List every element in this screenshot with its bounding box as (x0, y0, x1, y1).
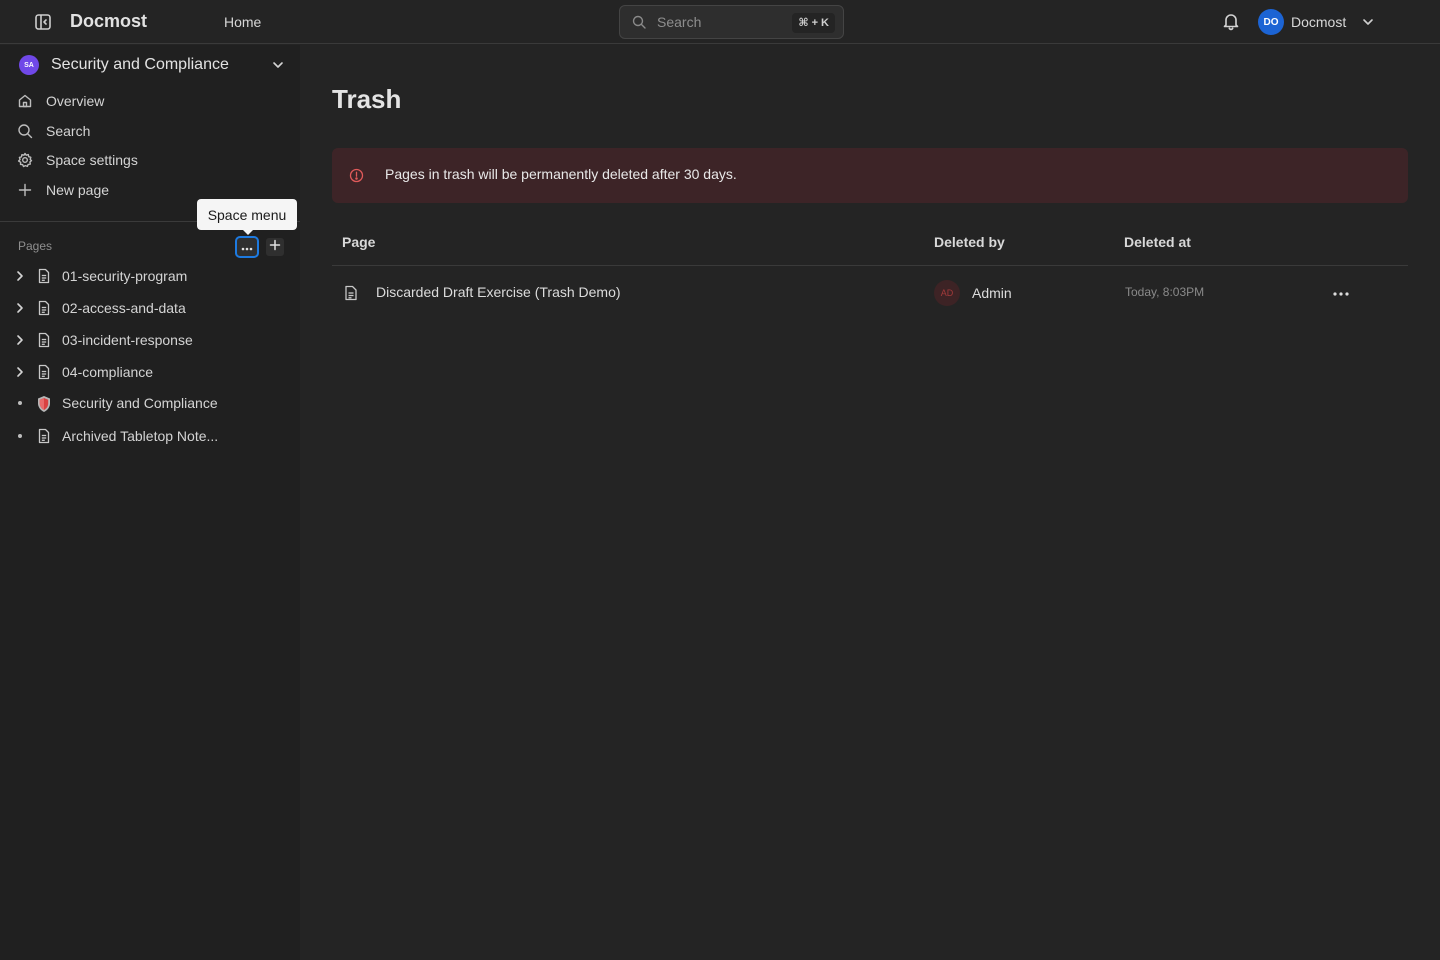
document-icon (36, 300, 52, 321)
space-avatar: SA (19, 55, 39, 75)
page-tree-label: Archived Tabletop Note... (62, 428, 219, 444)
trashed-page-title[interactable]: Discarded Draft Exercise (Trash Demo) (376, 284, 621, 300)
document-icon (36, 268, 52, 289)
column-header-deleted-at: Deleted at (1124, 234, 1191, 250)
chevron-down-icon (271, 58, 285, 77)
page-tree-item[interactable]: 02-access-and-data (0, 293, 300, 323)
leaf-dot (18, 434, 22, 438)
page-tree-label: 01-security-program (62, 268, 188, 284)
document-icon (36, 428, 52, 449)
page-tree-item[interactable]: 04-compliance (0, 357, 300, 387)
search-button[interactable]: Search ⌘ + K (619, 5, 844, 39)
user-menu-name[interactable]: Docmost (1291, 14, 1346, 30)
document-icon (344, 285, 358, 306)
sidebar-item-search[interactable]: Search (0, 117, 300, 145)
chevron-right-icon[interactable] (14, 365, 26, 379)
gear-icon (17, 152, 33, 173)
page-tree-item[interactable]: 01-security-program (0, 261, 300, 291)
column-header-deleted-by: Deleted by (934, 234, 1005, 250)
pages-section-label: Pages (18, 239, 53, 253)
space-switcher[interactable]: SA Security and Compliance (0, 45, 300, 85)
sidebar-item-label: Search (46, 123, 91, 139)
leaf-dot (18, 401, 22, 405)
space-menu-tooltip: Space menu (197, 199, 297, 235)
chevron-right-icon[interactable] (14, 301, 26, 315)
sidebar-item-label: Space settings (46, 152, 138, 168)
page-tree-label: 03-incident-response (62, 332, 193, 348)
page-tree-item[interactable]: Archived Tabletop Note... (0, 421, 300, 451)
search-shortcut: ⌘ + K (792, 13, 835, 33)
page-tree-label: 02-access-and-data (62, 300, 186, 316)
search-icon (632, 15, 646, 34)
sidebar-item-label: Overview (46, 93, 105, 109)
document-icon (36, 364, 52, 385)
more-dots-icon (1332, 283, 1350, 301)
home-icon (17, 93, 33, 114)
shield-emoji-icon (36, 395, 52, 418)
plus-icon (269, 238, 281, 256)
page-tree-label: Security and Compliance (62, 395, 218, 411)
page-title: Trash (332, 84, 402, 114)
info-circle-icon (349, 168, 364, 188)
deleted-by-name: Admin (972, 285, 1012, 301)
page-tree-item[interactable]: 03-incident-response (0, 325, 300, 355)
trash-retention-alert: Pages in trash will be permanently delet… (332, 148, 1408, 203)
sidebar-item-space-settings[interactable]: Space settings (0, 146, 300, 174)
space-name: Security and Compliance (51, 56, 229, 73)
page-tree-label: 04-compliance (62, 364, 154, 380)
sidebar: SA Security and Compliance Overview Sear… (0, 45, 300, 960)
deleted-at-date: Today, 8:03PM (1125, 285, 1205, 299)
document-icon (36, 332, 52, 353)
top-header: Docmost Home Search ⌘ + K DO Docmost (0, 0, 1440, 44)
table-header-divider (332, 265, 1408, 266)
search-icon (17, 123, 33, 144)
sidebar-item-overview[interactable]: Overview (0, 87, 300, 115)
search-placeholder: Search (657, 14, 702, 30)
brand-logo-text[interactable]: Docmost (70, 11, 147, 32)
notifications-bell-icon[interactable] (1221, 11, 1241, 36)
page-tree-item[interactable]: Security and Compliance (0, 388, 300, 418)
sidebar-toggle-icon[interactable] (32, 11, 54, 33)
chevron-down-icon[interactable] (1361, 15, 1375, 34)
chevron-right-icon[interactable] (14, 333, 26, 347)
nav-home-link[interactable]: Home (224, 14, 261, 30)
user-avatar[interactable]: DO (1258, 9, 1284, 35)
chevron-right-icon[interactable] (14, 269, 26, 283)
more-dots-icon (240, 238, 254, 256)
space-menu-button[interactable] (235, 236, 259, 258)
row-more-actions-button[interactable] (1328, 282, 1354, 302)
add-page-button[interactable] (266, 238, 284, 256)
alert-text: Pages in trash will be permanently delet… (385, 166, 737, 182)
avatar: AD (934, 280, 960, 306)
sidebar-item-label: New page (46, 182, 110, 198)
column-header-page: Page (342, 234, 376, 250)
plus-icon (17, 182, 33, 203)
